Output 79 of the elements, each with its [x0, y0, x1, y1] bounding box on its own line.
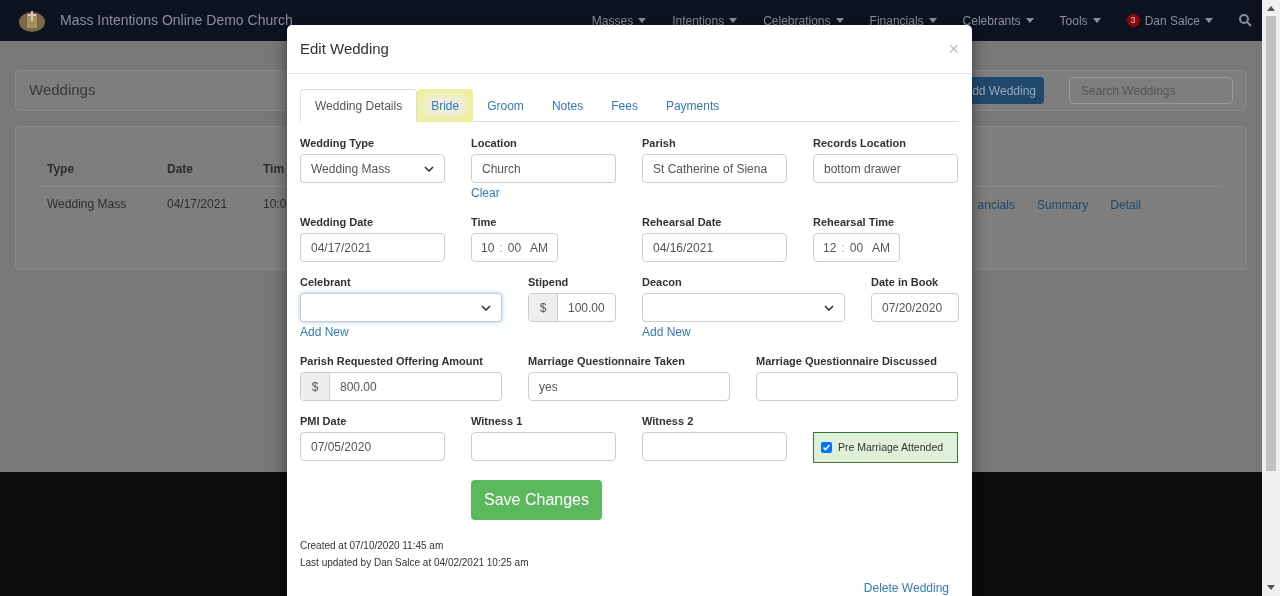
caret-icon [638, 18, 647, 23]
currency-field[interactable]: $ 100.00 [528, 293, 616, 322]
scrollbar[interactable] [1262, 0, 1280, 596]
tab[interactable]: Payments [651, 89, 734, 122]
updated-note: Last updated by Dan Salce at 04/02/2021 10:25 am [300, 556, 530, 570]
created-note: Created at 07/10/2020 11:45 am [300, 539, 445, 553]
field-label: Rehearsal Date [642, 215, 723, 230]
currency-field[interactable]: $ 800.00 [300, 372, 502, 401]
text-field[interactable] [756, 372, 958, 401]
table-cell-text: Wedding Mass [47, 196, 128, 213]
nav-menu[interactable]: Masses [591, 11, 647, 30]
delete-wedding-link[interactable]: Delete Wedding [863, 579, 949, 596]
nav-menu[interactable]: Tools [1059, 11, 1101, 30]
field-label: Date in Book [871, 275, 940, 290]
text-field[interactable]: 04/16/2021 [642, 233, 787, 262]
field-link[interactable]: Clear [471, 184, 500, 202]
table-cell-text: 04/17/2021 [167, 196, 229, 213]
field-link[interactable]: Add New [642, 323, 691, 341]
field-label: Marriage Questionnaire Taken [528, 354, 686, 369]
text-field[interactable]: bottom drawer [813, 154, 958, 183]
dialog-title: Edit Wedding [300, 38, 389, 59]
field-link[interactable]: Add New [300, 323, 349, 341]
text-field[interactable] [471, 432, 616, 461]
field-label: Location [471, 136, 518, 151]
scroll-down-icon[interactable] [1267, 585, 1275, 590]
nav-menu[interactable]: Intentions [672, 11, 738, 30]
user-menu[interactable]: 3 Dan Salce [1126, 11, 1213, 30]
checkbox-panel[interactable]: Pre Marriage Attended [813, 432, 958, 463]
text-field[interactable]: 07/20/2020 [871, 293, 959, 322]
column-header: Type [47, 161, 76, 178]
field-label: PMI Date [300, 414, 348, 429]
caret-icon [928, 18, 937, 23]
caret-icon [1092, 18, 1101, 23]
chevron-down-icon [424, 165, 434, 172]
page-title: Weddings [29, 80, 96, 101]
field-label: Records Location [813, 136, 907, 151]
scroll-up-icon[interactable] [1267, 6, 1275, 11]
select-field[interactable] [300, 293, 502, 322]
field-label: Time [471, 215, 498, 230]
search-icon[interactable] [1239, 14, 1252, 27]
select-field[interactable]: Wedding Mass [300, 154, 445, 183]
nav-menu[interactable]: Celebrants [962, 11, 1034, 30]
caret-icon [1025, 18, 1034, 23]
text-field[interactable]: St Catherine of Siena [642, 154, 787, 183]
tab[interactable]: Notes [537, 89, 598, 122]
field-label: Witness 1 [471, 414, 524, 429]
caret-icon [835, 18, 844, 23]
text-field[interactable]: Church [471, 154, 616, 183]
select-field[interactable] [642, 293, 845, 322]
field-label: Parish Requested Offering Amount [300, 354, 484, 369]
nav-menu[interactable]: Celebrations [763, 11, 844, 30]
caret-icon [1205, 18, 1213, 23]
checkbox[interactable] [821, 442, 832, 453]
tab[interactable]: Bride [417, 89, 474, 122]
nav-menu[interactable]: Financials [869, 11, 937, 30]
tab[interactable]: Fees [597, 89, 652, 122]
tab[interactable]: Wedding Details [300, 89, 418, 123]
tab[interactable]: Groom [473, 89, 538, 122]
time-field[interactable]: 10 : 00 AM [471, 233, 558, 262]
caret-icon [729, 18, 738, 23]
table-cell-text: 10:0 [263, 196, 288, 213]
field-label: Parish [642, 136, 677, 151]
text-field[interactable]: 04/17/2021 [300, 233, 445, 262]
field-label: Deacon [642, 275, 683, 290]
field-label: Rehearsal Time [813, 215, 896, 230]
column-header: Date [167, 161, 194, 178]
field-label: Stipend [528, 275, 570, 290]
text-field[interactable] [642, 432, 787, 461]
field-label: Marriage Questionnaire Discussed [756, 354, 938, 369]
chevron-down-icon [824, 304, 834, 311]
field-label: Wedding Date [300, 215, 375, 230]
text-field[interactable]: 07/05/2020 [300, 432, 445, 461]
time-field[interactable]: 12 : 00 AM [813, 233, 900, 262]
brand-title[interactable]: Mass Intentions Online Demo Church [60, 10, 293, 31]
text-field[interactable]: yes [528, 372, 730, 401]
field-label: Wedding Type [300, 136, 376, 151]
chevron-down-icon [481, 304, 491, 311]
field-label: Celebrant [300, 275, 352, 290]
field-label: Witness 2 [642, 414, 695, 429]
